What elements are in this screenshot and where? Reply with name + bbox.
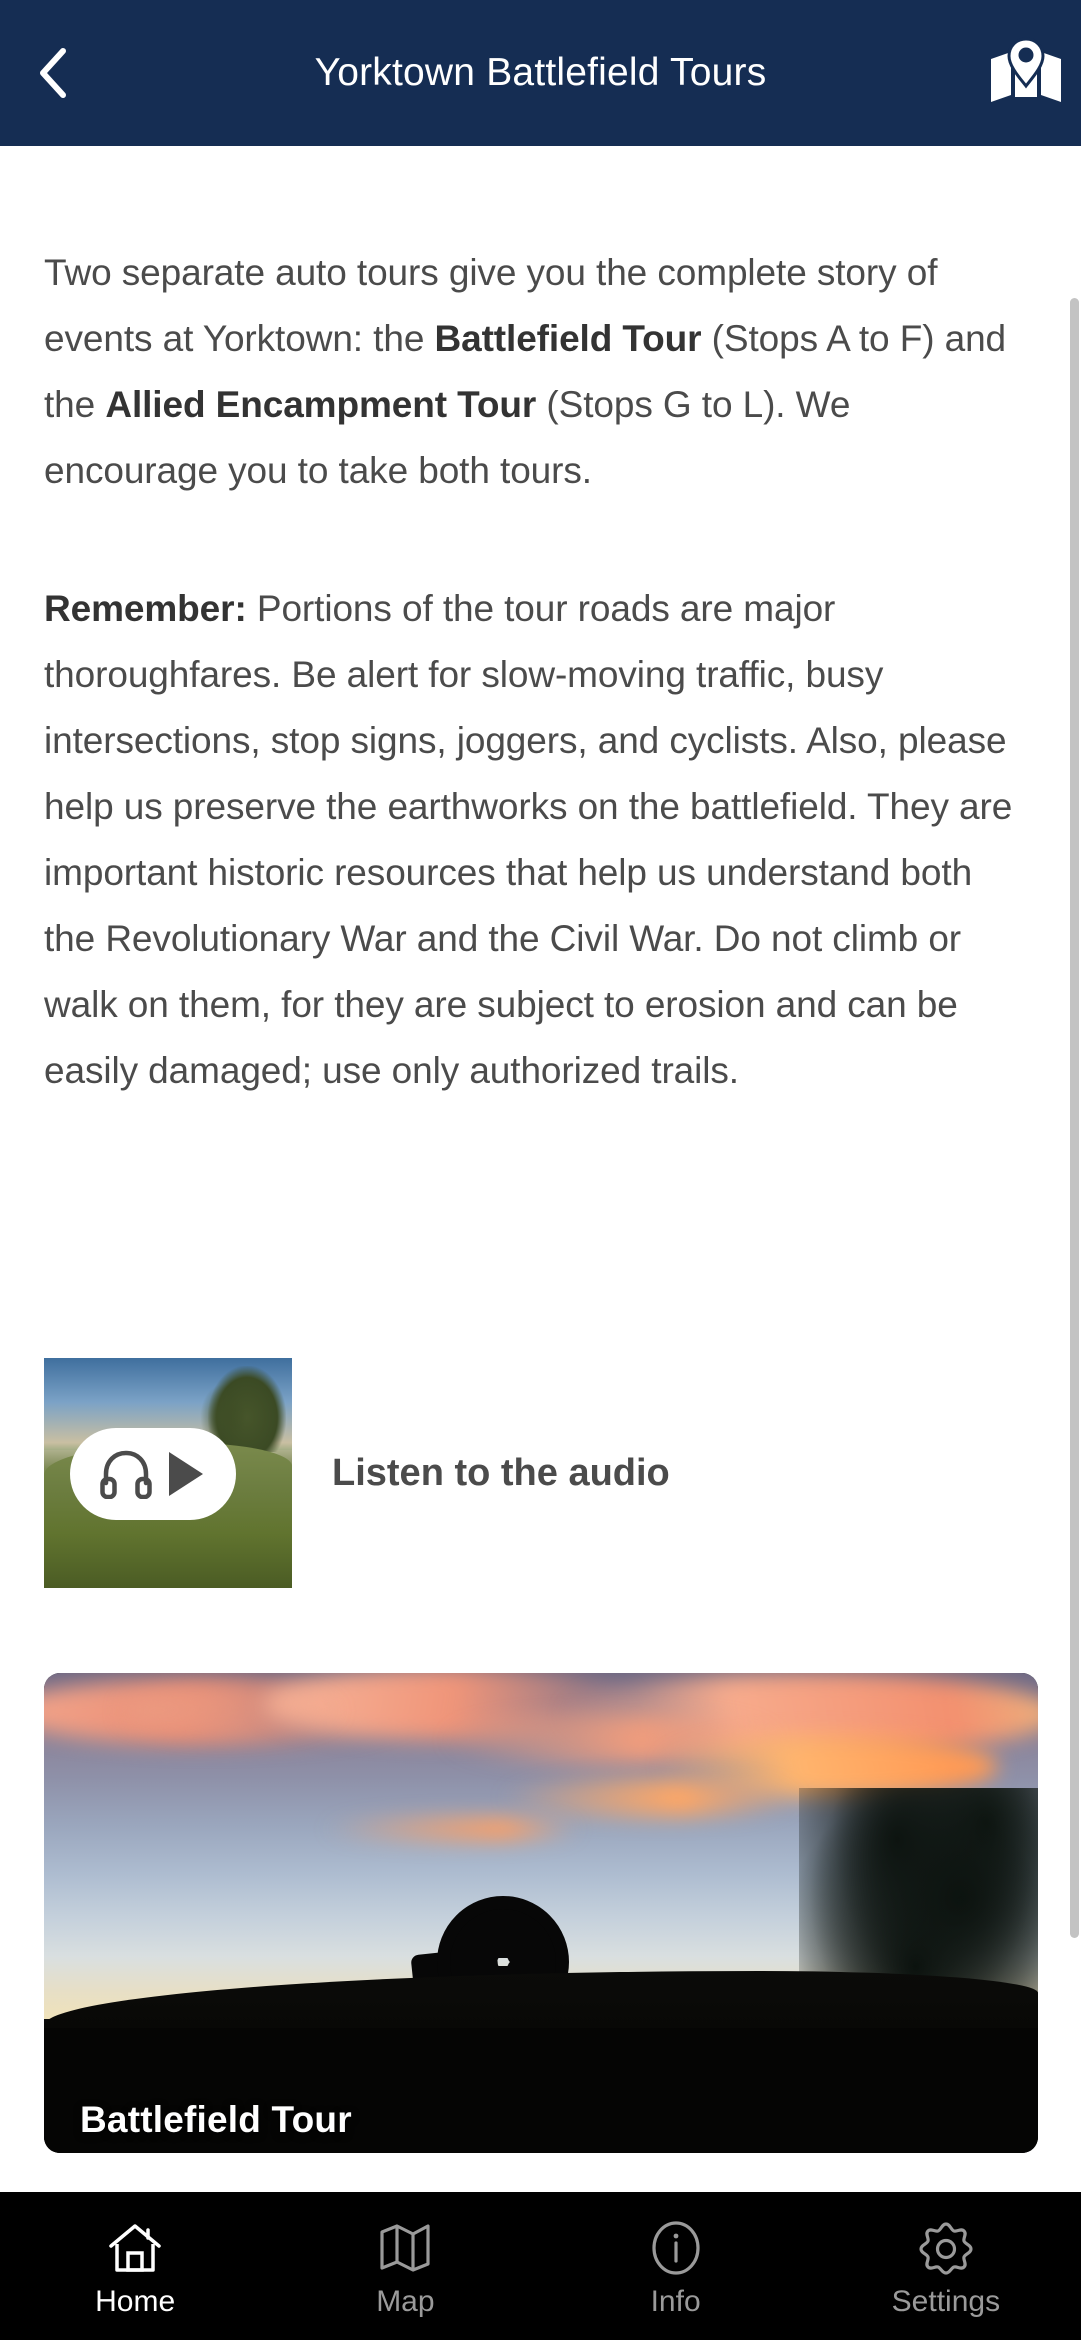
app-screen: Yorktown Battlefield Tours Two separate … (0, 0, 1081, 2340)
remember-label: Remember: (44, 588, 247, 629)
page-title: Yorktown Battlefield Tours (314, 51, 767, 94)
battlefield-tour-bold: Battlefield Tour (434, 318, 702, 359)
chevron-left-icon (40, 48, 66, 98)
map-icon (377, 2220, 433, 2276)
info-icon (648, 2220, 704, 2276)
bottom-navigation: Home Map Info Settings (0, 2192, 1081, 2340)
headphones-icon (100, 1450, 152, 1499)
battlefield-tour-card[interactable]: Battlefield Tour (44, 1673, 1038, 2153)
card-cloud (501, 1778, 800, 1817)
audio-player-row[interactable]: Listen to the audio (44, 1358, 944, 1588)
remember-text: Portions of the tour roads are major tho… (44, 588, 1013, 1091)
audio-play-pill[interactable] (70, 1428, 236, 1520)
scrollbar-track[interactable] (1070, 148, 1081, 2340)
play-icon (169, 1452, 203, 1496)
nav-label-map: Map (376, 2285, 435, 2318)
app-header: Yorktown Battlefield Tours (0, 0, 1081, 146)
tour-card-title: Battlefield Tour (80, 2099, 352, 2140)
scroll-content: Two separate auto tours give you the com… (0, 146, 1081, 2196)
back-button[interactable] (14, 33, 94, 113)
map-pin-icon (991, 37, 1061, 102)
nav-label-settings: Settings (891, 2285, 1001, 2318)
allied-encampment-tour-bold: Allied Encampment Tour (105, 384, 537, 425)
nav-label-home: Home (95, 2285, 176, 2318)
scrollbar-thumb[interactable] (1070, 298, 1079, 1938)
intro-paragraph: Two separate auto tours give you the com… (44, 240, 1019, 504)
nav-item-home[interactable]: Home (0, 2192, 270, 2340)
card-cloud (322, 1817, 581, 1841)
gear-icon (918, 2220, 974, 2276)
home-icon (107, 2220, 163, 2276)
nav-item-settings[interactable]: Settings (811, 2192, 1081, 2340)
map-button[interactable] (985, 33, 1067, 115)
tour-card-image (44, 1673, 1038, 2153)
nav-label-info: Info (650, 2285, 701, 2318)
remember-paragraph: Remember: Portions of the tour roads are… (44, 576, 1019, 1104)
nav-item-info[interactable]: Info (541, 2192, 811, 2340)
nav-item-map[interactable]: Map (270, 2192, 540, 2340)
audio-label: Listen to the audio (332, 1452, 670, 1494)
audio-thumbnail[interactable] (44, 1358, 292, 1588)
